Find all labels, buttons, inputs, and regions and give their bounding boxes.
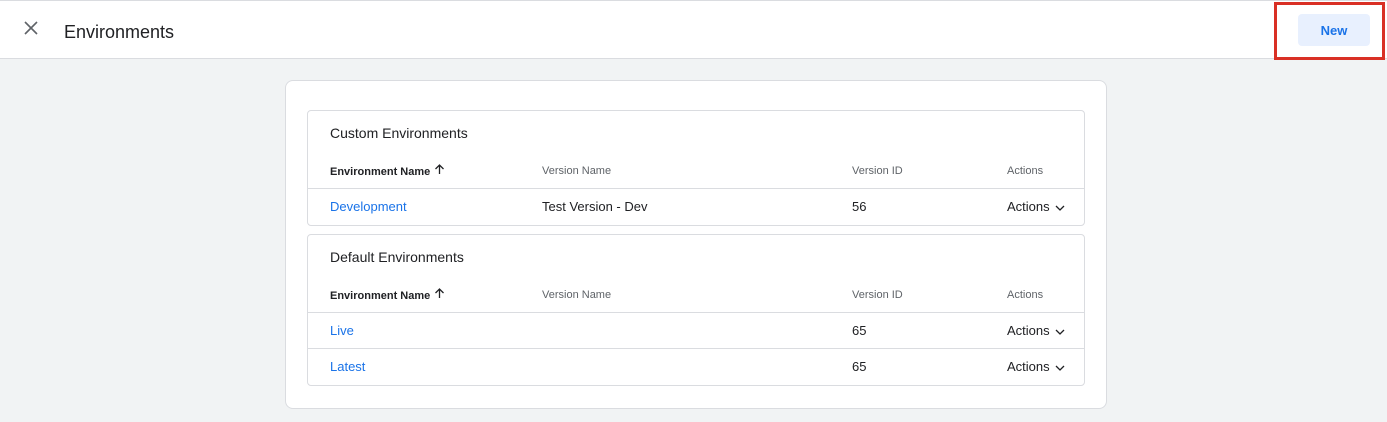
section-title: Custom Environments [330, 125, 468, 141]
chevron-down-icon [1055, 323, 1065, 339]
column-header-environment-name[interactable]: Environment Name [330, 288, 445, 303]
arrow-up-icon [434, 288, 445, 303]
actions-dropdown[interactable]: Actions [1007, 323, 1065, 339]
new-button[interactable]: New [1298, 14, 1370, 46]
environment-link[interactable]: Development [330, 199, 407, 215]
column-header-version-id: Version ID [852, 289, 903, 301]
column-header-version-name: Version Name [542, 165, 612, 177]
table-row: Development Test Version - Dev 56 Action… [308, 188, 1084, 224]
custom-environments-section: Custom Environments Environment Name Ver… [307, 110, 1085, 226]
top-bar: Environments New [0, 0, 1387, 60]
version-id: 56 [852, 199, 867, 214]
default-environments-section: Default Environments Environment Name Ve… [307, 234, 1085, 386]
column-header-version-name: Version Name [542, 289, 612, 301]
column-header-actions: Actions [1007, 289, 1044, 301]
chevron-down-icon [1055, 359, 1065, 375]
environments-card: Custom Environments Environment Name Ver… [285, 80, 1107, 409]
environment-link[interactable]: Live [330, 323, 354, 339]
actions-dropdown[interactable]: Actions [1007, 359, 1065, 375]
page-title: Environments [64, 22, 175, 42]
column-header-version-id: Version ID [852, 165, 903, 177]
table-row: Live 65 Actions [308, 312, 1084, 348]
version-id: 65 [852, 359, 867, 374]
version-id: 65 [852, 323, 867, 338]
close-icon [23, 20, 39, 41]
chevron-down-icon [1055, 199, 1065, 215]
environment-link[interactable]: Latest [330, 359, 365, 375]
arrow-up-icon [434, 164, 445, 179]
column-header-actions: Actions [1007, 165, 1044, 177]
version-name: Test Version - Dev [542, 199, 648, 214]
table-row: Latest 65 Actions [308, 348, 1084, 384]
column-header-environment-name[interactable]: Environment Name [330, 164, 445, 179]
close-button[interactable] [20, 19, 42, 41]
section-title: Default Environments [330, 249, 464, 265]
actions-dropdown[interactable]: Actions [1007, 199, 1065, 215]
